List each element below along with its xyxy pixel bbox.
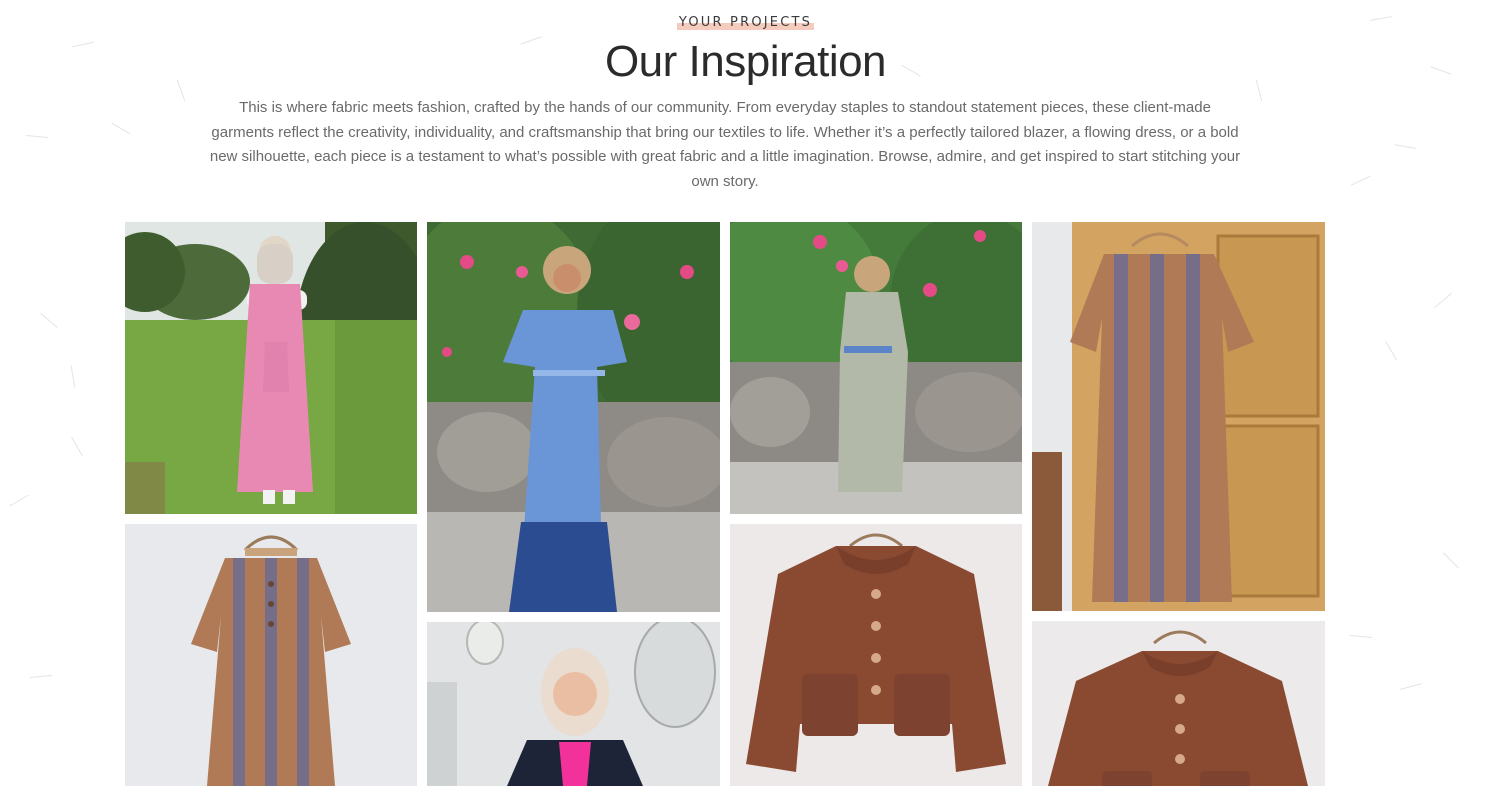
gallery-photo-striped-dress-wardrobe[interactable] [1032,222,1325,611]
gallery-photo-rust-jacket-front[interactable] [730,524,1022,786]
gallery-photo-striped-dress-hanger[interactable] [125,524,417,786]
section-intro: This is where fabric meets fashion, craf… [209,99,1241,190]
gallery-photo-grey-floral-dress[interactable] [730,222,1022,514]
gallery-photo-blue-maxi-dress[interactable] [427,222,720,612]
section-title: Our Inspiration [604,37,887,86]
gallery-photo-navy-jacket[interactable] [427,622,720,786]
gallery-photo-rust-jacket-hanger[interactable] [1032,621,1325,786]
section-eyebrow: YOUR PROJECTS [676,15,815,30]
gallery-photo-pink-dress[interactable] [125,222,417,514]
